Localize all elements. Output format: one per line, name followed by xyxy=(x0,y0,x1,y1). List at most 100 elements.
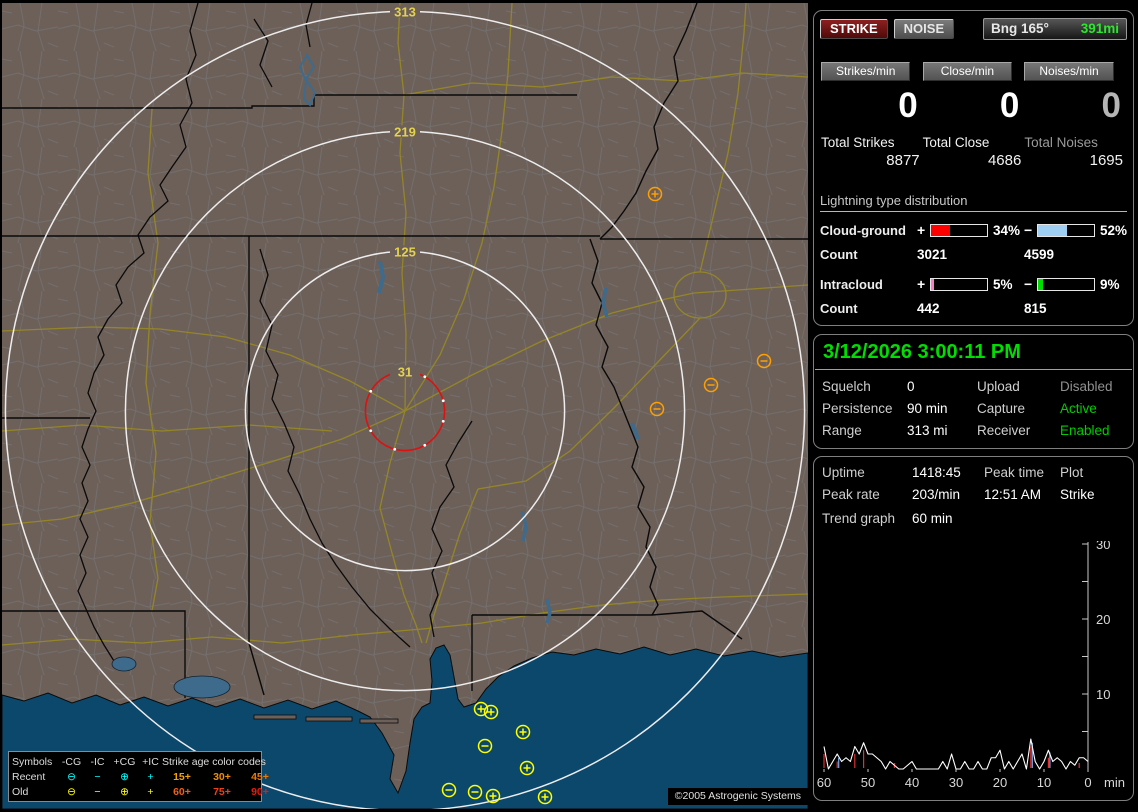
intracloud-label: Intracloud xyxy=(820,276,883,292)
legend-age-codes-label: Strike age color codes xyxy=(162,755,266,768)
noises-per-min-button[interactable]: Noises/min xyxy=(1024,62,1114,81)
mode-button-row: STRIKE NOISE Bng 165° 391mi xyxy=(814,11,1133,40)
noises-per-min-value: 0 xyxy=(1101,86,1121,125)
svg-text:50: 50 xyxy=(861,775,875,790)
age-code-60: 60+ xyxy=(173,785,191,798)
strikes-counter-column: Strikes/min 0 Total Strikes 8877 xyxy=(821,62,923,169)
cg-positive-count: 3021 xyxy=(917,247,948,262)
svg-text:60: 60 xyxy=(817,775,831,790)
upload-label: Upload xyxy=(977,379,1020,394)
legend-neg-ic-label: -IC xyxy=(90,755,105,768)
age-code-45: 45+ xyxy=(251,770,269,783)
bearing-distance: 391mi xyxy=(1080,21,1119,36)
cg-positive-pct: 34% xyxy=(993,222,1021,238)
close-counter-column: Close/min 0 Total Close 4686 xyxy=(922,62,1025,169)
capture-label: Capture xyxy=(977,401,1026,416)
plus-sign: + xyxy=(917,276,926,292)
trend-window-row: Trend graph 60 min xyxy=(814,502,1133,526)
cg-negative-pct: 52% xyxy=(1100,222,1128,238)
strike-stats-panel: STRIKE NOISE Bng 165° 391mi Strikes/min … xyxy=(813,10,1134,326)
uptime-grid: Uptime 1418:45 Peak time Plot Peak rate … xyxy=(814,457,1133,502)
plus-icon: + xyxy=(147,770,154,783)
count-label: Count xyxy=(820,301,858,316)
cloud-ground-count-row: Count 3021 4599 xyxy=(820,247,1127,262)
noises-counter-column: Noises/min 0 Total Noises 1695 xyxy=(1024,62,1126,169)
bearing-value: Bng 165° xyxy=(991,21,1049,36)
ic-positive-bar xyxy=(930,277,988,291)
lightning-distribution-section: Lightning type distribution Cloud-ground… xyxy=(814,193,1133,316)
strike-mode-button[interactable]: STRIKE xyxy=(820,19,888,39)
legend-neg-cg-label: -CG xyxy=(61,755,82,768)
circle-minus-icon: ⊖ xyxy=(67,785,76,798)
app-window: { "map": { "copyright": "©2005 Astrogeni… xyxy=(0,0,1138,812)
persistence-label: Persistence xyxy=(822,401,893,416)
close-per-min-value: 0 xyxy=(999,86,1020,125)
plus-icon: + xyxy=(147,785,154,798)
svg-text:10: 10 xyxy=(1037,775,1051,790)
plot-label: Plot xyxy=(1060,465,1084,480)
range-label: Range xyxy=(822,423,862,438)
ic-positive-pct: 5% xyxy=(993,276,1013,292)
receiver-status: Enabled xyxy=(1060,423,1110,438)
circle-minus-icon: ⊖ xyxy=(67,770,76,783)
cloud-ground-label: Cloud-ground xyxy=(820,222,906,238)
squelch-value: 0 xyxy=(907,379,915,394)
strikes-per-min-button[interactable]: Strikes/min xyxy=(821,62,911,81)
persistence-value: 90 min xyxy=(907,401,948,416)
ic-negative-bar xyxy=(1037,277,1095,291)
peak-time-label: Peak time xyxy=(984,465,1045,480)
capture-status: Active xyxy=(1060,401,1097,416)
legend-pos-cg-label: +CG xyxy=(113,755,136,768)
receiver-label: Receiver xyxy=(977,423,1031,438)
distribution-title: Lightning type distribution xyxy=(820,193,1127,212)
age-code-75: 75+ xyxy=(213,785,231,798)
minus-sign: − xyxy=(1024,222,1033,238)
map-canvas[interactable]: 313 219 125 31 Symbols -CG -IC +CG +IC Stri… xyxy=(2,3,808,809)
ic-negative-count: 815 xyxy=(1024,301,1047,316)
svg-text:min: min xyxy=(1104,775,1125,790)
ic-positive-count: 442 xyxy=(917,301,940,316)
datetime-display: 3/12/2026 3:00:11 PM xyxy=(815,335,1132,370)
squelch-label: Squelch xyxy=(822,379,871,394)
peak-rate-label: Peak rate xyxy=(822,487,880,502)
uptime-value: 1418:45 xyxy=(912,465,961,480)
range-value: 313 mi xyxy=(907,423,948,438)
total-noises-label: Total Noises xyxy=(1024,135,1098,150)
trend-graph: 10 20 30 60 50 40 30 20 10 0 min xyxy=(817,541,1125,790)
cg-negative-bar xyxy=(1037,223,1095,237)
total-close-label: Total Close xyxy=(922,135,990,150)
age-code-30: 30+ xyxy=(213,770,231,783)
svg-text:20: 20 xyxy=(1096,612,1110,627)
count-label: Count xyxy=(820,247,858,262)
ic-negative-pct: 9% xyxy=(1100,276,1120,292)
cg-positive-bar xyxy=(930,223,988,237)
total-strikes-value: 8877 xyxy=(886,152,920,169)
age-code-15: 15+ xyxy=(173,770,191,783)
map-legend: Symbols -CG -IC +CG +IC Strike age color… xyxy=(8,751,269,802)
circle-plus-icon: ⊕ xyxy=(120,785,129,798)
plot-value: Strike xyxy=(1060,487,1095,502)
legend-pos-ic-label: +IC xyxy=(142,755,159,768)
close-per-min-button[interactable]: Close/min xyxy=(922,62,1013,81)
copyright-notice: ©2005 Astrogenic Systems xyxy=(667,788,808,805)
status-grid: Squelch 0 Upload Disabled Persistence 90… xyxy=(814,370,1133,438)
intracloud-row: Intracloud + 5% − 9% xyxy=(820,276,1127,292)
svg-text:30: 30 xyxy=(949,775,963,790)
peak-rate-value: 203/min xyxy=(912,487,961,502)
map-svg: 313 219 125 31 xyxy=(2,3,808,809)
svg-text:10: 10 xyxy=(1096,687,1110,702)
trend-panel: Uptime 1418:45 Peak time Plot Peak rate … xyxy=(813,456,1134,801)
total-noises-value: 1695 xyxy=(1089,152,1123,169)
svg-text:20: 20 xyxy=(993,775,1007,790)
status-panel: 3/12/2026 3:00:11 PM Squelch 0 Upload Di… xyxy=(813,334,1134,449)
noise-mode-button[interactable]: NOISE xyxy=(893,19,955,39)
rate-counters: Strikes/min 0 Total Strikes 8877 Close/m… xyxy=(814,62,1133,169)
legend-symbols-label: Symbols xyxy=(12,755,53,768)
trend-window-value: 60 min xyxy=(912,511,953,526)
legend-age-row-label: Recent xyxy=(12,770,46,783)
trend-graph-label: Trend graph xyxy=(822,511,896,526)
circle-plus-icon: ⊕ xyxy=(120,770,129,783)
minus-icon: − xyxy=(94,770,101,783)
legend-age-row-label: Old xyxy=(12,785,29,798)
legend-recent-row: Recent ⊖ − ⊕ +15+ 30+ 45+ xyxy=(12,769,269,784)
